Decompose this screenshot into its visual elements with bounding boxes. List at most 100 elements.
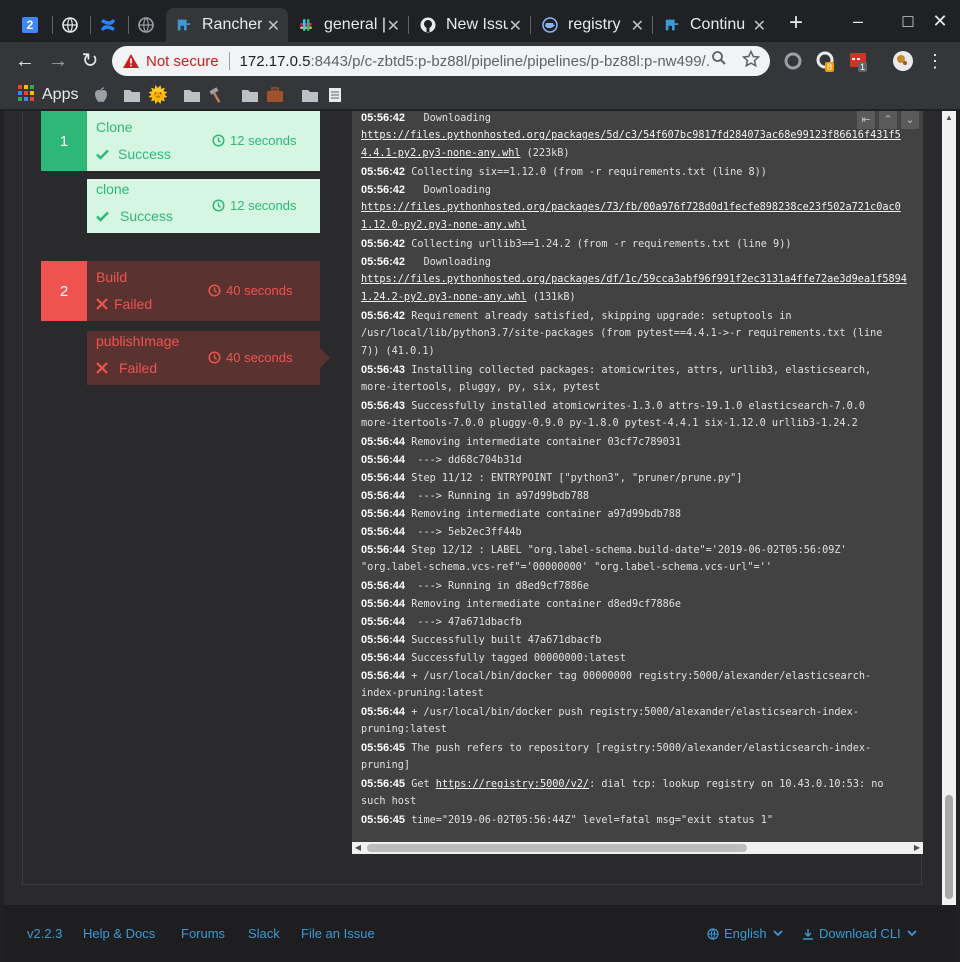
language-selector[interactable]: English — [707, 926, 783, 941]
close-icon[interactable]: ✕ — [267, 16, 280, 36]
log-link[interactable]: 4.4.1-py2.py3-none-any.whl — [361, 148, 520, 159]
tab-globe-1[interactable] — [52, 8, 90, 42]
log-line: 05:56:44 + /usr/local/bin/docker push re… — [361, 703, 921, 721]
log-link[interactable]: https://registry:5000/v2/ — [436, 779, 589, 790]
step-duration-label: 40 seconds — [226, 350, 293, 365]
scrollbar-thumb[interactable] — [367, 844, 747, 852]
step-publish-image[interactable]: publishImage Failed 40 seconds — [87, 331, 320, 385]
horizontal-scrollbar[interactable]: ◀ ▶ — [352, 842, 923, 854]
slack-link[interactable]: Slack — [248, 926, 280, 941]
step-duration: 40 seconds — [208, 350, 293, 365]
browser-menu-icon[interactable]: ⋮ — [922, 48, 948, 74]
folder-icon[interactable] — [124, 85, 140, 105]
log-line: 05:56:45 time="2019-06-02T05:56:44Z" lev… — [361, 811, 921, 829]
folder-icon[interactable] — [302, 85, 318, 105]
log-timestamp: 05:56:42 — [361, 112, 406, 124]
bookmark-star-icon[interactable] — [740, 49, 762, 72]
scroll-right-icon[interactable]: ▶ — [911, 842, 923, 854]
log-timestamp: 05:56:44 — [361, 580, 406, 592]
notepad-icon[interactable] — [328, 85, 342, 105]
tab-title: general | — [324, 16, 386, 33]
stage-status: Failed — [96, 296, 152, 312]
address-bar[interactable]: Not secure 172.17.0.5:8443/p/c-zbtd5:p-b… — [112, 46, 770, 76]
tab-confluence[interactable] — [90, 8, 128, 42]
version-link[interactable]: v2.2.3 — [27, 926, 62, 941]
search-icon[interactable] — [708, 50, 730, 72]
briefcase-icon[interactable] — [266, 85, 284, 105]
download-cli-dropdown[interactable]: Download CLI — [802, 926, 917, 941]
log-message: 7)) (41.0.1) — [361, 346, 435, 357]
vertical-scrollbar[interactable]: ▲ — [942, 111, 956, 905]
hammer-icon[interactable] — [208, 85, 224, 105]
folder-icon[interactable] — [184, 85, 200, 105]
back-button[interactable]: ← — [12, 48, 38, 74]
log-link[interactable]: https://files.pythonhosted.org/packages/… — [361, 274, 907, 285]
folder-icon[interactable] — [242, 85, 258, 105]
close-window-button[interactable]: ✕ — [928, 10, 952, 32]
file-issue-link[interactable]: File an Issue — [301, 926, 375, 941]
globe-icon — [62, 17, 78, 33]
minimize-button[interactable]: – — [846, 10, 870, 32]
log-link[interactable]: 1.24.2-py2.py3-none-any.whl — [361, 292, 527, 303]
extension-ring-icon[interactable]: 8 — [815, 50, 837, 72]
log-message: more-itertools-7.0.0 pluggy-0.9.0 py-1.8… — [361, 418, 858, 429]
tab-registry[interactable]: registry ✕ — [532, 8, 652, 42]
scroll-left-icon[interactable]: ◀ — [352, 842, 364, 854]
log-line: "org.label-schema.vcs-ref"='00000000' "o… — [361, 559, 921, 577]
maximize-button[interactable]: □ — [896, 10, 920, 32]
close-icon[interactable]: ✕ — [753, 16, 766, 36]
log-line: 05:56:44 ---> Running in a97d99bdb788 — [361, 487, 921, 505]
log-line: 05:56:42 Downloading — [361, 253, 921, 271]
forums-link[interactable]: Forums — [181, 926, 225, 941]
calendar-2-icon: 2 — [22, 17, 38, 33]
stage-build[interactable]: 2 Build Failed 40 seconds — [41, 261, 320, 321]
close-icon[interactable]: ✕ — [509, 16, 522, 36]
close-icon[interactable]: ✕ — [631, 16, 644, 36]
chevron-down-icon[interactable]: ⌄ — [901, 111, 919, 129]
apple-icon[interactable] — [94, 85, 108, 105]
extension-badge: 1 — [858, 62, 868, 72]
forward-button[interactable]: → — [45, 48, 71, 74]
reload-button[interactable]: ↻ — [77, 48, 103, 74]
profile-avatar-icon[interactable] — [892, 50, 914, 72]
tab-slack[interactable]: general | ✕ — [288, 8, 408, 42]
sun-icon[interactable]: 🌞 — [148, 85, 168, 105]
scroll-top-icon[interactable]: ⇤ — [857, 111, 875, 129]
log-message: + /usr/local/bin/docker tag 00000000 reg… — [411, 671, 872, 682]
log-link[interactable]: 1.12.0-py2.py3-none-any.whl — [361, 220, 527, 231]
step-status-label: Success — [120, 208, 173, 224]
calendar-extension-icon[interactable]: 1 — [848, 50, 870, 72]
log-line: pruning] — [361, 757, 921, 775]
log-message: Requirement already satisfied, skipping … — [411, 311, 792, 322]
download-cli-label: Download CLI — [819, 926, 901, 941]
help-docs-link[interactable]: Help & Docs — [83, 926, 155, 941]
tab-globe-2[interactable] — [128, 8, 166, 42]
stage-name: Clone — [96, 119, 133, 135]
tab-continuous[interactable]: Continu ✕ — [654, 8, 774, 42]
log-line: 05:56:45 The push refers to repository [… — [361, 739, 921, 757]
security-label[interactable]: Not secure — [146, 53, 219, 70]
new-tab-button[interactable]: + — [784, 11, 808, 36]
stage-clone[interactable]: 1 Clone Success 12 seconds — [41, 111, 320, 171]
tab-github[interactable]: New Issu ✕ — [410, 8, 530, 42]
log-line: 05:56:42 Downloading — [361, 111, 921, 127]
log-message: pruning] — [361, 760, 411, 771]
tab-rancher[interactable]: Rancher ✕ — [166, 8, 288, 42]
close-icon[interactable]: ✕ — [387, 16, 400, 36]
tab-calendar[interactable]: 2 — [12, 8, 52, 42]
log-message: Get — [411, 779, 436, 790]
tab-title: New Issu — [446, 16, 508, 33]
scrollbar-thumb[interactable] — [945, 795, 953, 899]
log-viewer[interactable]: 05:56:42 Downloading https://files.python… — [352, 111, 923, 854]
step-status: Failed — [96, 360, 157, 376]
extension-circle-icon[interactable] — [782, 50, 804, 72]
apps-shortcut[interactable]: Apps — [18, 84, 78, 105]
globe-icon — [138, 17, 154, 33]
url-text[interactable]: 172.17.0.5:8443/p/c-zbtd5:p-bz88l/pipeli… — [240, 53, 710, 70]
step-clone[interactable]: clone Success 12 seconds — [87, 179, 320, 233]
log-link[interactable]: https://files.pythonhosted.org/packages/… — [361, 202, 901, 213]
scroll-up-icon[interactable]: ▲ — [942, 113, 956, 125]
log-link[interactable]: https://files.pythonhosted.org/packages/… — [361, 130, 901, 141]
chevron-up-icon[interactable]: ⌃ — [879, 111, 897, 129]
globe-icon — [707, 927, 719, 940]
